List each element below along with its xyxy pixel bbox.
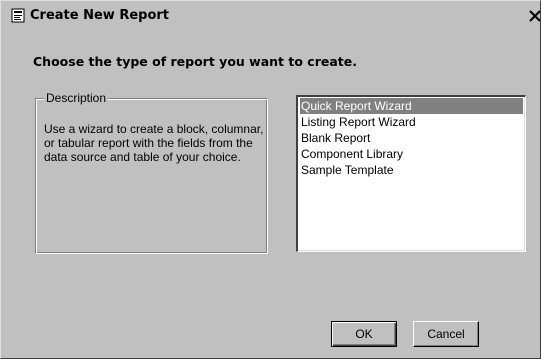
list-item-sample-template[interactable]: Sample Template [300, 162, 523, 178]
list-item-listing-report-wizard[interactable]: Listing Report Wizard [300, 114, 523, 130]
list-item-component-library[interactable]: Component Library [300, 146, 523, 162]
list-item-blank-report[interactable]: Blank Report [300, 130, 523, 146]
title-bar[interactable]: Create New Report [3, 3, 541, 29]
list-item-quick-report-wizard[interactable]: Quick Report Wizard [300, 98, 523, 114]
description-text: Use a wizard to create a block, columnar… [44, 122, 264, 164]
ok-button[interactable]: OK [331, 321, 397, 347]
dialog-heading: Choose the type of report you want to cr… [33, 54, 357, 69]
report-type-listbox[interactable]: Quick Report Wizard Listing Report Wizar… [296, 95, 526, 252]
create-new-report-dialog: Create New Report Choose the type of rep… [0, 0, 541, 359]
close-icon[interactable] [528, 9, 541, 23]
cancel-button[interactable]: Cancel [413, 321, 479, 347]
description-groupbox: Description Use a wizard to create a blo… [35, 90, 268, 254]
window-title: Create New Report [30, 8, 170, 23]
description-legend: Description [44, 90, 109, 106]
report-app-icon [11, 8, 26, 23]
